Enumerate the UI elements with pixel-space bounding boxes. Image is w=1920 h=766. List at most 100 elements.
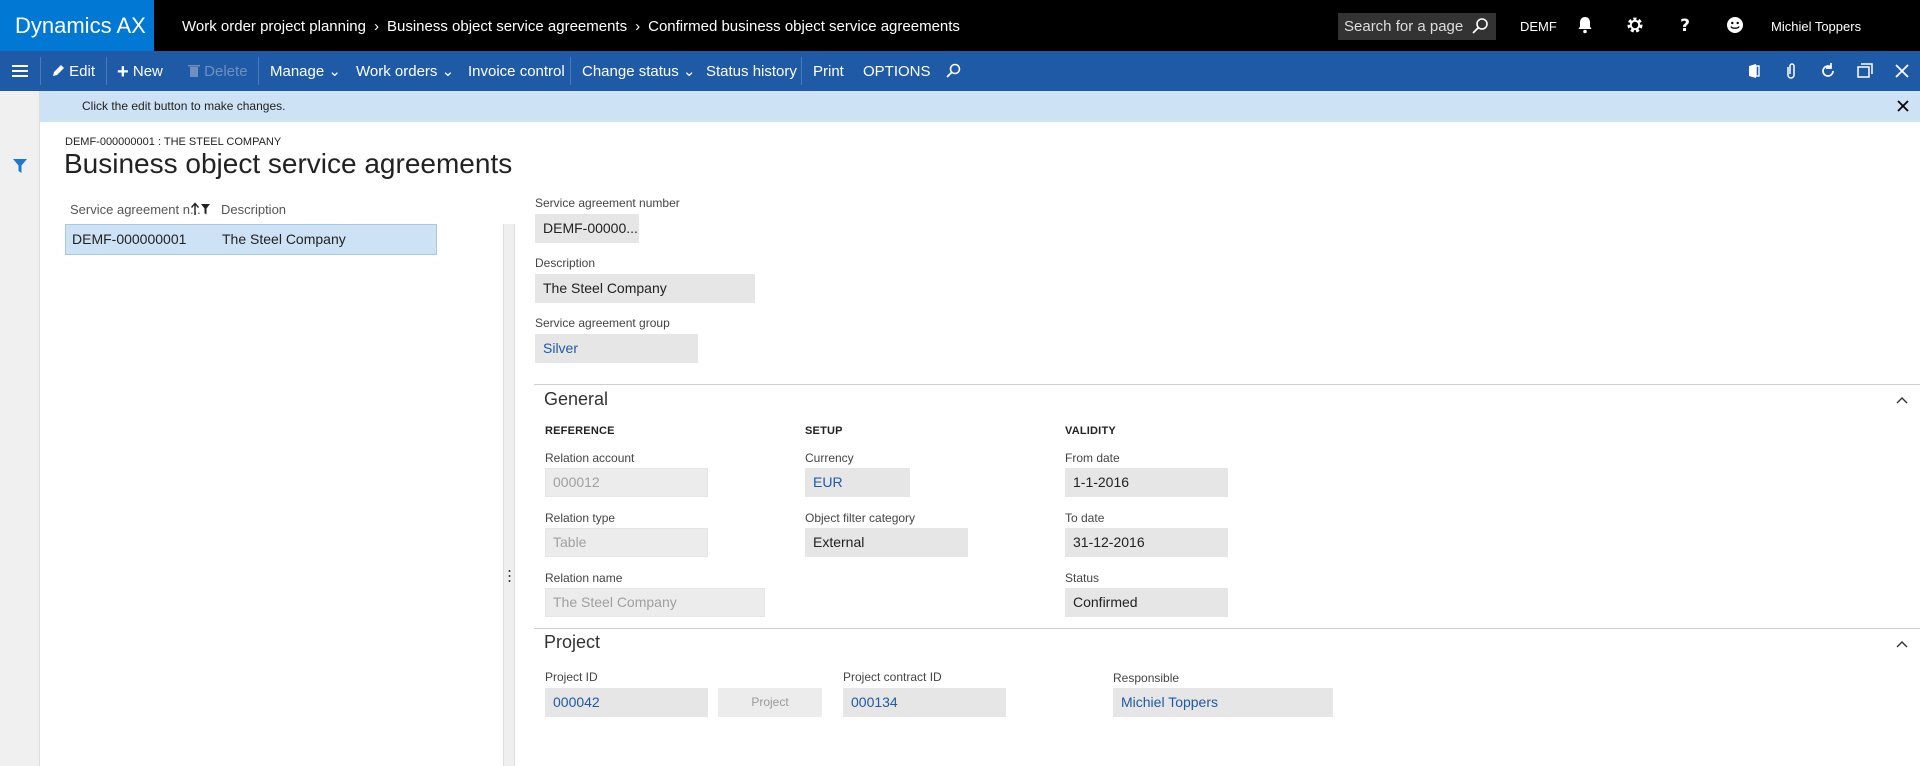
breadcrumb-item-1[interactable]: Work order project planning: [182, 18, 366, 35]
gear-icon[interactable]: [1624, 14, 1646, 36]
object-filter-category-field[interactable]: External: [805, 528, 968, 557]
breadcrumb-item-3[interactable]: Confirmed business object service agreem…: [648, 18, 960, 35]
setup-heading: SETUP: [805, 425, 843, 437]
chevron-down-icon: ⌄: [441, 63, 455, 80]
help-icon[interactable]: ?: [1674, 14, 1696, 36]
chevron-down-icon: ⌄: [682, 63, 696, 80]
left-filter-pane: [0, 91, 40, 766]
agreement-group-field[interactable]: Silver: [535, 334, 698, 363]
manage-label: Manage: [270, 63, 325, 80]
edit-label: Edit: [69, 63, 96, 80]
validity-heading: VALIDITY: [1065, 425, 1116, 437]
close-message-icon[interactable]: [1896, 99, 1910, 113]
responsible-field[interactable]: Michiel Toppers: [1113, 688, 1333, 717]
from-date-field[interactable]: 1-1-2016: [1065, 468, 1228, 497]
refresh-icon[interactable]: [1819, 62, 1837, 80]
project-contract-id-field[interactable]: 000134: [843, 688, 1006, 717]
print-button[interactable]: Print: [813, 51, 844, 91]
agreement-number-field[interactable]: DEMF-00000...: [535, 214, 639, 243]
page-search-input[interactable]: Search for a page: [1338, 13, 1496, 40]
relation-account-field[interactable]: 000012: [545, 468, 708, 497]
edit-button[interactable]: Edit: [52, 51, 95, 91]
currency-label: Currency: [805, 451, 854, 465]
user-name[interactable]: Michiel Toppers: [1771, 0, 1861, 53]
pane-splitter[interactable]: [503, 224, 515, 766]
chevron-up-icon[interactable]: [1896, 640, 1908, 648]
record-caption: DEMF-000000001 : THE STEEL COMPANY: [65, 136, 282, 148]
work-orders-label: Work orders: [356, 63, 438, 80]
reference-heading: REFERENCE: [545, 425, 615, 437]
delete-button[interactable]: Delete: [188, 51, 248, 91]
status-label: Status: [1065, 571, 1100, 585]
smiley-feedback-icon[interactable]: [1724, 14, 1746, 36]
column-header-description[interactable]: Description: [221, 202, 286, 217]
options-button[interactable]: OPTIONS: [863, 51, 931, 91]
info-message: Click the edit button to make changes.: [82, 99, 286, 113]
chevron-down-icon: ⌄: [328, 63, 341, 80]
to-date-label: To date: [1065, 511, 1105, 525]
responsible-label: Responsible: [1113, 671, 1180, 685]
company-selector[interactable]: DEMF: [1520, 0, 1557, 53]
page-title: Business object service agreements: [64, 148, 513, 179]
description-label: Description: [535, 256, 596, 270]
breadcrumb-item-2[interactable]: Business object service agreements: [387, 18, 627, 35]
bell-icon[interactable]: [1574, 14, 1596, 36]
open-new-window-icon[interactable]: [1856, 62, 1874, 80]
project-section-title[interactable]: Project: [544, 632, 600, 653]
from-date-label: From date: [1065, 451, 1120, 465]
new-label: New: [132, 63, 163, 80]
row-number: DEMF-000000001: [72, 231, 187, 247]
manage-menu[interactable]: Manage ⌄: [270, 51, 341, 91]
office-icon[interactable]: [1745, 62, 1763, 80]
currency-field[interactable]: EUR: [805, 468, 910, 497]
chevron-right-icon: ›: [635, 18, 641, 35]
action-pane: Edit + New Delete Manage ⌄ Work orders ⌄…: [0, 51, 1920, 91]
status-history-button[interactable]: Status history: [706, 51, 797, 91]
relation-account-label: Relation account: [545, 451, 635, 465]
divider: [40, 57, 41, 85]
plus-icon: +: [117, 61, 129, 83]
agreement-number-label: Service agreement number: [535, 196, 680, 210]
relation-name-label: Relation name: [545, 571, 623, 585]
divider: [258, 57, 259, 85]
pencil-icon: [53, 65, 64, 76]
project-contract-id-label: Project contract ID: [843, 670, 942, 684]
hamburger-menu-icon[interactable]: [0, 51, 40, 91]
row-description: The Steel Company: [222, 231, 346, 247]
divider: [570, 57, 571, 85]
info-message-bar: Click the edit button to make changes.: [40, 91, 1920, 122]
general-section-title[interactable]: General: [544, 389, 608, 410]
to-date-field[interactable]: 31-12-2016: [1065, 528, 1228, 557]
attachment-icon[interactable]: [1782, 62, 1800, 80]
close-icon[interactable]: [1893, 62, 1911, 80]
breadcrumb: Work order project planning › Business obj…: [182, 0, 960, 51]
object-filter-category-label: Object filter category: [805, 511, 916, 525]
column-header-number[interactable]: Service agreement n...: [70, 202, 201, 217]
top-bar: Dynamics AX Work order project planning ›…: [0, 0, 1920, 51]
sort-filter-icon[interactable]: [190, 202, 212, 216]
chevron-right-icon: ›: [373, 18, 379, 35]
status-field[interactable]: Confirmed: [1065, 588, 1228, 617]
table-row[interactable]: DEMF-000000001 The Steel Company: [65, 224, 437, 255]
relation-type-label: Relation type: [545, 511, 616, 525]
description-field[interactable]: The Steel Company: [535, 274, 755, 303]
trash-icon: [188, 65, 200, 77]
change-status-menu[interactable]: Change status ⌄: [582, 51, 695, 91]
agreement-group-label: Service agreement group: [535, 316, 670, 330]
relation-type-field[interactable]: Table: [545, 528, 708, 557]
app-brand[interactable]: Dynamics AX: [0, 0, 154, 51]
filter-icon[interactable]: [12, 158, 28, 174]
search-icon[interactable]: [944, 62, 962, 80]
relation-name-field[interactable]: The Steel Company: [545, 588, 765, 617]
project-id-field[interactable]: 000042: [545, 688, 708, 717]
invoice-control-button[interactable]: Invoice control: [468, 51, 565, 91]
search-icon[interactable]: [1470, 16, 1490, 36]
divider: [801, 57, 802, 85]
divider: [106, 57, 107, 85]
project-button[interactable]: Project: [718, 688, 822, 717]
work-orders-menu[interactable]: Work orders ⌄: [356, 51, 454, 91]
change-status-label: Change status: [582, 63, 679, 80]
drag-handle-icon[interactable]: [508, 569, 511, 583]
new-button[interactable]: + New: [117, 51, 163, 91]
chevron-up-icon[interactable]: [1896, 396, 1908, 404]
